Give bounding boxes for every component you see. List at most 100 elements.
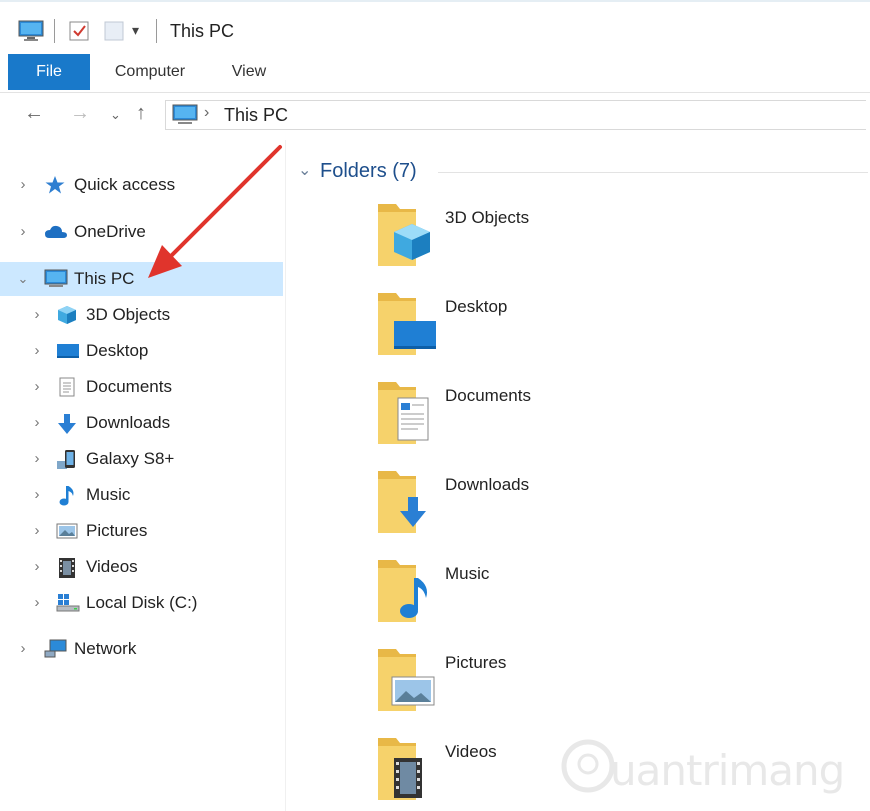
watermark-bulb-icon (561, 739, 615, 793)
sidebar-item-quick-access[interactable]: › Quick access (0, 168, 283, 202)
navigation-bar: ← → ⌄ ↑ › This PC (0, 94, 870, 136)
star-pin-icon (44, 175, 66, 195)
expand-chevron-icon[interactable]: › (16, 640, 30, 657)
desktop-icon (56, 341, 79, 361)
sidebar-item-label: Desktop (86, 341, 149, 360)
sidebar-item-downloads[interactable]: › Downloads (0, 406, 283, 440)
sidebar-item-videos[interactable]: › Videos (0, 550, 283, 584)
expand-chevron-icon[interactable]: › (30, 414, 44, 431)
folder-downloads[interactable]: Downloads (376, 467, 676, 543)
folder-film-icon (376, 734, 438, 804)
folder-documents[interactable]: Documents (376, 378, 676, 454)
tab-computer[interactable]: Computer (104, 54, 196, 90)
sidebar-item-label: This PC (74, 269, 135, 288)
sidebar-item-label: Documents (86, 377, 172, 396)
navigation-pane: › Quick access › OneDrive ⌄ This PC › 3D… (0, 140, 285, 811)
customize-quick-access-icon[interactable]: ▾ (132, 22, 139, 39)
window-title: This PC (170, 21, 235, 41)
folders-group-header[interactable]: ⌄ Folders (7) (298, 156, 870, 186)
folder-music[interactable]: Music (376, 556, 676, 632)
back-arrow-icon[interactable]: ← (24, 102, 44, 125)
folder-label: Music (445, 564, 490, 583)
folder-3d-objects[interactable]: 3D Objects (376, 200, 676, 276)
sidebar-item-network[interactable]: › Network (0, 632, 283, 666)
folder-label: Pictures (445, 653, 507, 672)
sidebar-item-music[interactable]: › Music (0, 478, 283, 512)
cube-icon (56, 305, 78, 325)
collapse-chevron-icon[interactable]: ⌄ (16, 271, 30, 287)
download-arrow-icon (56, 413, 78, 434)
expand-chevron-icon[interactable]: › (30, 378, 44, 395)
up-arrow-icon[interactable]: ↑ (136, 102, 146, 125)
sidebar-item-this-pc[interactable]: ⌄ This PC (0, 262, 283, 296)
watermark-text: uantrimang (610, 746, 845, 795)
folder-cube-icon (376, 200, 438, 270)
computer-icon (172, 104, 198, 131)
sidebar-item-pictures[interactable]: › Pictures (0, 514, 283, 548)
address-bar[interactable]: › This PC (165, 100, 866, 130)
expand-chevron-icon[interactable]: › (30, 306, 44, 323)
drive-icon (56, 593, 80, 613)
expand-chevron-icon[interactable]: › (30, 450, 44, 467)
sidebar-item-label: Galaxy S8+ (86, 449, 175, 468)
sidebar-item-label: Network (74, 639, 137, 658)
expand-chevron-icon[interactable]: › (30, 558, 44, 575)
sidebar-item-label: Music (86, 485, 131, 504)
expand-chevron-icon[interactable]: › (16, 223, 30, 240)
sidebar-item-label: 3D Objects (86, 305, 171, 324)
folder-picture-icon (376, 645, 438, 715)
folder-label: Videos (445, 742, 497, 761)
folder-label: Downloads (445, 475, 530, 494)
breadcrumb-separator-icon[interactable]: › (204, 104, 209, 122)
separator (156, 19, 157, 43)
folder-download-icon (376, 467, 438, 537)
folder-document-icon (376, 378, 438, 448)
title-bar: ▾ This PC (0, 0, 870, 52)
collapse-group-chevron-icon[interactable]: ⌄ (298, 160, 311, 180)
group-title: Folders (7) (320, 160, 417, 182)
sidebar-item-label: OneDrive (74, 222, 146, 241)
folder-label: Documents (445, 386, 531, 405)
separator (54, 19, 55, 43)
sidebar-item-desktop[interactable]: › Desktop (0, 334, 283, 368)
folder-desktop-icon (376, 289, 438, 359)
expand-chevron-icon[interactable]: › (30, 522, 44, 539)
document-icon (58, 377, 80, 397)
properties-icon[interactable] (68, 20, 90, 47)
expand-chevron-icon[interactable]: › (30, 342, 44, 359)
expand-chevron-icon[interactable]: › (30, 594, 44, 611)
folder-pictures[interactable]: Pictures (376, 645, 676, 721)
ribbon-tabs: File Computer View (0, 54, 870, 93)
expand-chevron-icon[interactable]: › (16, 176, 30, 193)
music-note-icon (58, 485, 80, 506)
sidebar-item-label: Videos (86, 557, 138, 576)
pane-divider[interactable] (285, 140, 286, 811)
breadcrumb-this-pc[interactable]: This PC (224, 105, 288, 126)
sidebar-item-label: Quick access (74, 175, 176, 194)
window-border (0, 0, 870, 2)
group-divider-line (438, 172, 868, 173)
cloud-icon (44, 222, 67, 242)
recent-locations-chevron-icon[interactable]: ⌄ (110, 107, 121, 123)
sidebar-item-label: Downloads (86, 413, 171, 432)
forward-arrow-icon[interactable]: → (70, 102, 90, 125)
folder-music-note-icon (376, 556, 438, 626)
sidebar-item-documents[interactable]: › Documents (0, 370, 283, 404)
sidebar-item-local-disk[interactable]: › Local Disk (C:) (0, 586, 283, 620)
sidebar-item-label: Local Disk (C:) (86, 593, 198, 612)
folder-label: 3D Objects (445, 208, 530, 227)
sidebar-item-onedrive[interactable]: › OneDrive (0, 215, 283, 249)
folder-label: Desktop (445, 297, 508, 316)
new-folder-icon[interactable] (104, 20, 124, 47)
picture-icon (56, 521, 78, 541)
sidebar-item-3d-objects[interactable]: › 3D Objects (0, 298, 283, 332)
sidebar-item-galaxy-s8[interactable]: › Galaxy S8+ (0, 442, 283, 476)
this-pc-icon[interactable] (18, 20, 44, 47)
network-icon (44, 639, 67, 659)
tab-file[interactable]: File (8, 54, 90, 90)
folder-desktop[interactable]: Desktop (376, 289, 676, 365)
sidebar-item-label: Pictures (86, 521, 148, 540)
expand-chevron-icon[interactable]: › (30, 486, 44, 503)
tab-view[interactable]: View (220, 54, 278, 90)
watermark-logo: uantrimang (560, 730, 845, 800)
